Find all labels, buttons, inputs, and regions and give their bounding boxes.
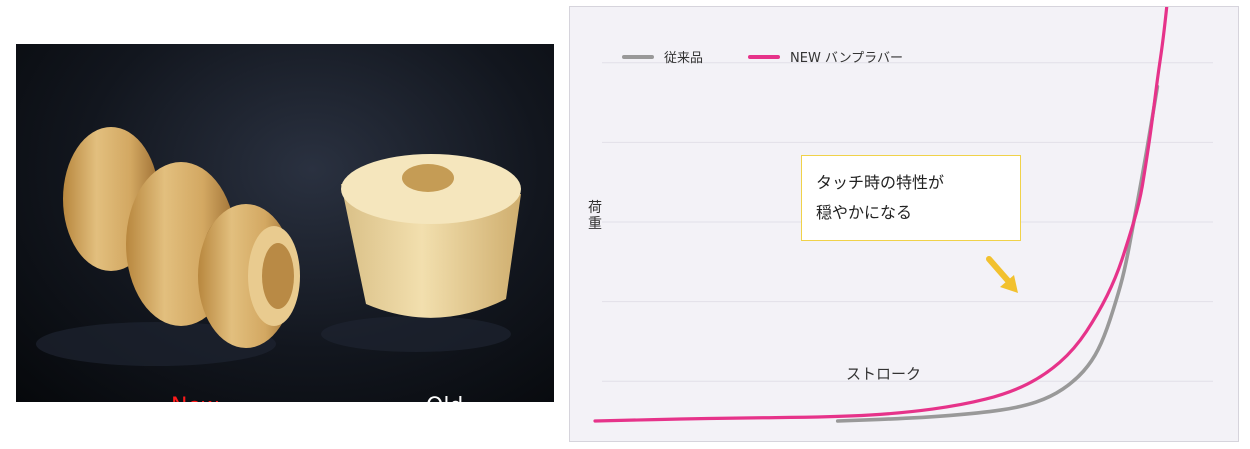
annotation-line-1: タッチ時の特性が — [816, 173, 945, 192]
legend-swatch-new — [748, 54, 780, 59]
legend-label-new: NEW バンプラバー — [790, 51, 904, 66]
legend-swatch-conventional — [622, 54, 654, 59]
y-axis-label: 荷重 — [588, 200, 602, 232]
legend-label-conventional: 従来品 — [664, 51, 704, 66]
annotation-box: タッチ時の特性が 穏やかになる — [801, 155, 1021, 241]
new-bump-rubber — [63, 127, 300, 348]
annotation-line-2: 穏やかになる — [816, 203, 913, 222]
annotation-arrow-icon — [986, 256, 1018, 293]
old-label: Old — [426, 394, 463, 402]
new-label: New — [171, 394, 219, 402]
old-bump-rubber — [341, 154, 521, 318]
legend-item-new: NEW バンプラバー — [748, 47, 903, 66]
bump-rubber-photo: New Old — [16, 44, 554, 402]
x-axis-label: ストローク — [846, 365, 922, 383]
load-stroke-chart: 従来品 NEW バンプラバー 荷重 ストローク タッチ時の特性が 穏やかになる — [569, 6, 1239, 442]
legend-item-conventional: 従来品 — [622, 47, 703, 66]
